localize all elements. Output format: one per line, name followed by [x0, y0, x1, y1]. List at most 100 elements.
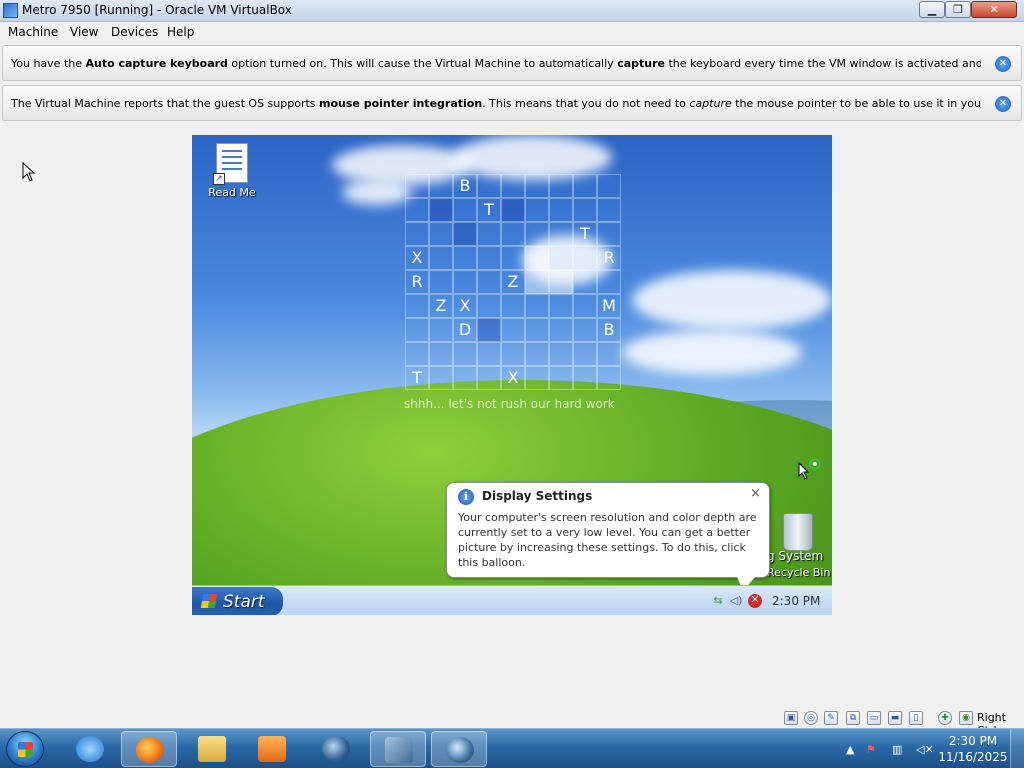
virtualization-icon[interactable]: ◉ [959, 711, 973, 725]
grid-cell [405, 174, 429, 198]
grid-cell [525, 366, 549, 390]
shared-folder-icon[interactable]: ▭ [867, 711, 881, 725]
window-title: Metro 7950 [Running] - Oracle VM Virtual… [22, 3, 292, 17]
grid-cell [549, 270, 573, 294]
grid-cell [525, 198, 549, 222]
grid-cell: D [453, 318, 477, 342]
shortcut-document-icon: ↗ [213, 143, 248, 185]
grid-cell [477, 318, 501, 342]
notice-text: The Virtual Machine reports that the gue… [11, 97, 981, 110]
menu-devices[interactable]: Devices [111, 25, 158, 39]
host-taskbar: ▲ ⚑ ▥ ◁✕ 2:30 PM 11/16/2025 [0, 728, 1024, 768]
pencil-icon[interactable]: ✎ [824, 711, 838, 725]
grid-cell [573, 294, 597, 318]
maximize-button[interactable]: ❐ [945, 1, 971, 18]
recycle-bin-label-line1: g System [767, 549, 824, 563]
hard-disk-icon[interactable]: ▣ [784, 711, 798, 725]
grid-cell: R [405, 270, 429, 294]
media-player-icon [258, 736, 286, 762]
balloon-title: Display Settings [482, 489, 593, 503]
notice-text-segment: The Virtual Machine reports that the gue… [11, 97, 320, 110]
internet-explorer-icon [76, 736, 104, 762]
desktop-icon-read-me[interactable]: ↗ Read Me [206, 143, 258, 199]
grid-cell [477, 246, 501, 270]
display-icon[interactable]: ▬ [888, 711, 902, 725]
grid-cell [549, 198, 573, 222]
grid-cell [573, 174, 597, 198]
grid-cell [405, 222, 429, 246]
close-button[interactable]: ✕ [971, 1, 1017, 18]
show-desktop-button[interactable] [1010, 729, 1024, 768]
taskbar-virtualbox-vm[interactable] [431, 731, 487, 767]
grid-cell [405, 294, 429, 318]
window-titlebar[interactable]: Metro 7950 [Running] - Oracle VM Virtual… [0, 0, 1024, 22]
virtualbox-icon [385, 737, 413, 763]
grid-cell: T [405, 366, 429, 390]
grid-cell [453, 222, 477, 246]
taskbar-file-explorer[interactable] [184, 731, 240, 767]
taskbar-media-player[interactable] [244, 731, 300, 767]
grid-cell [549, 222, 573, 246]
notice-text-segment: the mouse pointer to be able to use it i… [735, 97, 981, 110]
grid-cell [597, 222, 621, 246]
display-settings-balloon[interactable]: i Display Settings × Your computer's scr… [446, 482, 770, 591]
start-button[interactable]: Start [192, 587, 283, 615]
menu-view[interactable]: View [70, 25, 98, 39]
taskbar-firefox[interactable] [121, 731, 177, 767]
start-orb[interactable] [6, 731, 44, 767]
grid-cell [501, 222, 525, 246]
grid-cell [477, 342, 501, 366]
vm-status-bar: ▣ ◎ ✎ ⧉ ▭ ▬ ▯ ✚ ◉ Right Ctrl [0, 708, 1024, 737]
grid-cell [597, 366, 621, 390]
grid-cell: Z [501, 270, 525, 294]
video-capture-icon[interactable]: ▯ [909, 711, 923, 725]
recycle-bin-label-line2: Recycle Bin [767, 566, 831, 579]
windows-logo-icon [18, 742, 33, 757]
taskbar-virtualbox-guest[interactable] [308, 731, 364, 767]
grid-caption: shhh... let's not rush our hard work [404, 397, 615, 411]
taskbar-internet-explorer[interactable] [62, 731, 118, 767]
network-icon[interactable]: ⧉ [846, 711, 860, 725]
grid-cell [525, 246, 549, 270]
notice-text-segment: option turned on. This will cause the Vi… [227, 57, 618, 70]
balloon-close-button[interactable]: × [750, 486, 761, 501]
host-clock[interactable]: 2:30 PM 11/16/2025 [938, 733, 1008, 765]
grid-cell [501, 342, 525, 366]
volume-icon[interactable]: ◁) [729, 595, 743, 607]
minimize-button[interactable]: ▁ [919, 1, 945, 18]
busy-cursor-icon [798, 458, 821, 480]
show-hidden-icons-chevron-icon[interactable]: ▲ [846, 743, 854, 756]
notice-text: You have the Auto capture keyboard optio… [11, 57, 981, 70]
guest-taskbar: Start ⇆ ◁) ✕ 2:30 PM [192, 585, 832, 615]
security-alert-icon[interactable]: ✕ [748, 594, 762, 608]
virtualbox-guest-icon [322, 736, 350, 762]
menu-help[interactable]: Help [167, 25, 194, 39]
grid-cell [549, 174, 573, 198]
grid-cell [573, 246, 597, 270]
optical-drive-icon[interactable]: ◎ [804, 711, 818, 725]
grid-cell [597, 198, 621, 222]
letter-grid: BTTXRRZZXMDBTX [405, 174, 621, 390]
volume-muted-icon[interactable]: ◁✕ [916, 743, 934, 756]
grid-cell [549, 318, 573, 342]
close-icon[interactable]: ✕ [995, 96, 1011, 112]
network-icon[interactable]: ⇆ [711, 595, 725, 607]
action-center-alert-icon[interactable]: ⚑ [866, 743, 876, 756]
grid-cell: B [597, 318, 621, 342]
grid-cell [477, 366, 501, 390]
network-icon[interactable]: ▥ [892, 743, 902, 756]
taskbar-virtualbox-manager[interactable] [370, 731, 426, 767]
menu-machine[interactable]: Machine [8, 25, 58, 39]
firefox-icon [136, 737, 164, 763]
notice-text-segment: capture [617, 57, 665, 70]
grid-cell [549, 246, 573, 270]
desktop-icon-recycle-bin[interactable]: g System Recycle Bin [767, 513, 830, 579]
vm-guest-screen[interactable]: ↗ Read Me BTTXRRZZXMDBTX shhh... let's n… [192, 135, 832, 615]
grid-cell [429, 246, 453, 270]
grid-cell [429, 174, 453, 198]
menu-bar: Machine View Devices Help [0, 22, 1024, 42]
close-icon[interactable]: ✕ [995, 56, 1011, 72]
grid-cell [429, 222, 453, 246]
grid-cell [405, 198, 429, 222]
mouse-integration-icon[interactable]: ✚ [938, 711, 952, 725]
